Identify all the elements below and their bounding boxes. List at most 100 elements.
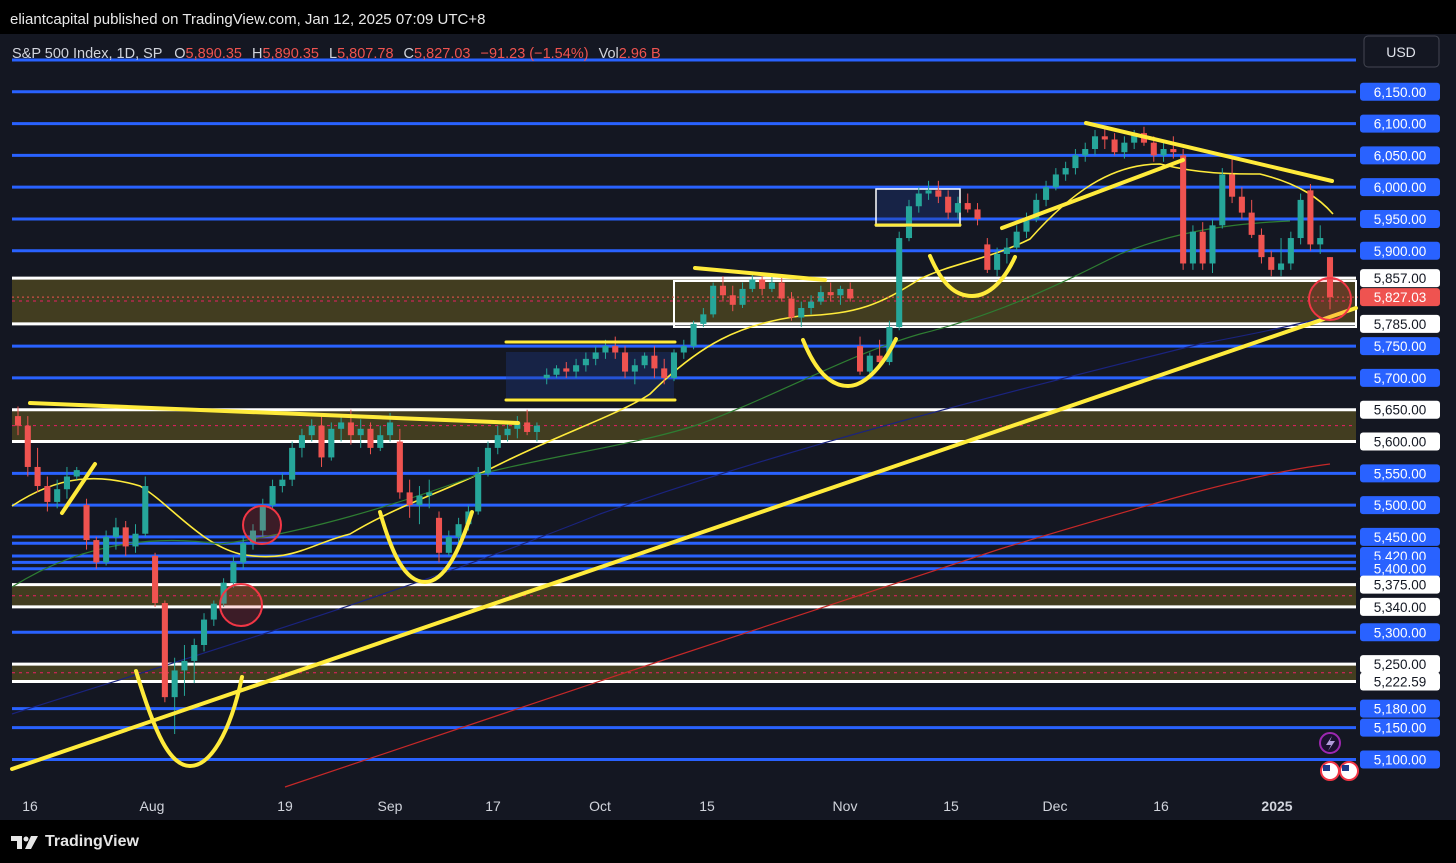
candle-body xyxy=(905,206,913,239)
candle-body xyxy=(1278,263,1285,270)
candle-body xyxy=(396,441,403,493)
x-tick-label-2: 19 xyxy=(277,798,293,814)
candle-body xyxy=(896,238,903,328)
candle-body xyxy=(582,358,589,366)
chart-frame[interactable]: 6,150.00 6,100.00 6,050.00 6,000.00 5,950.00… xyxy=(0,34,1456,820)
price-label-4: 5,950.00 xyxy=(1374,212,1427,227)
candle-body xyxy=(680,346,687,353)
candle-body xyxy=(93,540,100,563)
candle-body xyxy=(524,422,531,432)
candle-body xyxy=(915,193,922,207)
candle-body xyxy=(1072,155,1079,169)
candle-body xyxy=(171,670,178,698)
candle-body xyxy=(1287,238,1294,264)
candle-body xyxy=(475,473,482,512)
candle-body xyxy=(612,346,619,353)
circle-marker-3 xyxy=(1308,277,1352,321)
candle-body xyxy=(357,428,364,436)
legend-high: 5,890.35 xyxy=(263,46,319,62)
x-tick-label-0: 16 xyxy=(22,798,38,814)
candle-body xyxy=(543,374,550,378)
price-label-23: 5,180.00 xyxy=(1374,702,1427,717)
price-label-11: 5,650.00 xyxy=(1374,403,1427,418)
legend-change: −91.23 (−1.54%) xyxy=(481,46,589,62)
candle-body xyxy=(230,562,237,583)
candle-body xyxy=(994,253,1001,270)
price-label-13: 5,550.00 xyxy=(1374,466,1427,481)
candle-body xyxy=(553,368,560,375)
x-tick-label-5: Oct xyxy=(589,798,611,814)
price-label-2: 6,050.00 xyxy=(1374,148,1427,163)
candle-body xyxy=(406,492,413,506)
candle-body xyxy=(338,422,345,429)
candle-body xyxy=(1043,187,1050,200)
currency-label: USD xyxy=(1386,44,1416,60)
candle-body xyxy=(651,355,658,369)
candle-body xyxy=(719,285,726,296)
candle-body xyxy=(161,603,168,698)
candle-body xyxy=(1150,142,1157,156)
x-tick-label-3: Sep xyxy=(378,798,403,814)
candle-body xyxy=(83,505,90,541)
time-axis: 16 Aug 19 Sep 17 Oct 15 Nov 15 Dec 16 2025 xyxy=(22,798,1293,814)
candle-body xyxy=(455,524,462,537)
currency-button[interactable]: USD xyxy=(1363,35,1440,68)
candle-body xyxy=(54,489,61,502)
candle-body xyxy=(1238,196,1245,213)
candle-body xyxy=(44,486,51,502)
legend-vol: 2.96 B xyxy=(619,46,661,62)
candle-body xyxy=(935,190,942,197)
candle-body xyxy=(347,422,354,436)
candle-body xyxy=(328,428,335,458)
candle-body xyxy=(602,346,609,353)
candle-body xyxy=(808,301,815,308)
legend-low-label: L xyxy=(329,46,337,62)
candle-body xyxy=(690,323,697,347)
candle-body xyxy=(1317,238,1324,245)
candle-body xyxy=(387,422,394,436)
legend-low: 5,807.78 xyxy=(337,46,393,62)
candle-body xyxy=(778,282,785,299)
x-tick-label-11: 2025 xyxy=(1261,798,1292,814)
price-label-5: 5,900.00 xyxy=(1374,244,1427,259)
footer-brand: TradingView xyxy=(45,832,139,850)
candle-body xyxy=(798,307,805,318)
candle-body xyxy=(269,486,276,506)
candle-body xyxy=(289,447,296,480)
candle-body xyxy=(73,470,80,477)
candle-body xyxy=(14,416,22,426)
publish-header: eliantcapital published on TradingView.c… xyxy=(10,11,486,28)
candle-body xyxy=(377,435,384,448)
candle-body xyxy=(925,190,932,194)
candle-body xyxy=(34,466,41,487)
x-tick-label-9: Dec xyxy=(1043,798,1068,814)
candle-body xyxy=(112,527,119,537)
candle-body xyxy=(837,288,844,296)
candle-body xyxy=(1052,174,1059,188)
price-label-17: 5,400.00 xyxy=(1374,562,1427,577)
candle-body xyxy=(1101,136,1108,140)
circle-marker-1 xyxy=(242,505,282,545)
candle-body xyxy=(788,298,795,318)
candle-body xyxy=(1297,199,1304,239)
price-chart[interactable]: 6,150.00 6,100.00 6,050.00 6,000.00 5,950.00… xyxy=(0,34,1456,820)
ma-50-line xyxy=(11,220,1291,588)
candle-body xyxy=(435,517,443,553)
candle-body xyxy=(710,285,717,315)
circle-marker-2 xyxy=(219,583,263,627)
candle-body xyxy=(1013,231,1020,248)
price-label-6: 5,857.00 xyxy=(1374,271,1427,286)
tradingview-logo[interactable]: TradingView xyxy=(11,833,139,851)
candle-body xyxy=(1229,174,1236,197)
candle-body xyxy=(200,619,208,646)
candle-body xyxy=(484,447,492,474)
price-label-25: 5,100.00 xyxy=(1374,752,1427,767)
candle-body xyxy=(700,314,707,324)
legend-close-label: C xyxy=(404,46,414,62)
candle-body xyxy=(308,425,315,436)
x-tick-label-8: 15 xyxy=(943,798,959,814)
price-label-15: 5,450.00 xyxy=(1374,530,1427,545)
x-tick-label-10: 16 xyxy=(1153,798,1169,814)
price-label-21: 5,250.00 xyxy=(1374,657,1427,672)
price-label-0: 6,150.00 xyxy=(1374,85,1427,100)
